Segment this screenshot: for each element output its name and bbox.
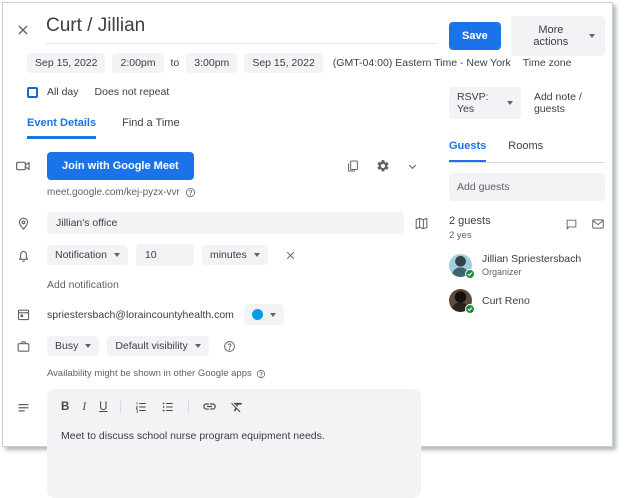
clear-formatting-button[interactable] [230,400,244,414]
chat-icon[interactable] [565,217,578,231]
insert-link-button[interactable] [202,399,217,414]
guest-name: Curt Reno [482,294,530,307]
meet-link-row: meet.google.com/kej-pyzx-vvr [47,187,437,198]
calendar-owner-email: spriestersbach@loraincountyhealth.com [47,308,234,321]
guest-role: Organizer [482,267,522,277]
bell-icon [11,248,35,263]
copy-icon[interactable] [346,159,360,173]
location-row: Jillian's office [3,212,437,234]
italic-button[interactable]: I [82,401,86,413]
description-text[interactable]: Meet to discuss school nurse program equ… [47,418,421,454]
description-editor[interactable]: B I U Meet to discuss school nurse progr… [47,389,421,498]
actions-row: Save More actions [449,16,605,56]
dropdown-arrow-icon [589,34,595,38]
guests-tabs: Guests Rooms [449,140,605,163]
guest-count: 2 guests [449,215,491,227]
event-edit-window: Curt / Jillian Sep 15, 2022 2:00pm to 3:… [2,2,613,498]
notification-row: Notification 10 minutes [3,244,437,266]
join-meet-button[interactable]: Join with Google Meet [47,152,194,180]
title-field[interactable]: Curt / Jillian [46,15,437,44]
save-button[interactable]: Save [449,22,501,50]
guest-row[interactable]: Curt Reno [449,289,605,314]
header: Curt / Jillian [3,3,437,44]
dropdown-arrow-icon [85,344,92,348]
start-date-button[interactable]: Sep 15, 2022 [27,53,106,73]
description-row: B I U Meet to discuss school nurse progr… [3,389,437,498]
event-color-dropdown[interactable] [243,304,284,325]
dropdown-arrow-icon [506,101,513,105]
guest-yes-count: 2 yes [449,230,472,241]
color-dot [251,309,263,320]
location-input[interactable]: Jillian's office [47,212,404,234]
event-title[interactable]: Curt / Jillian [46,15,437,37]
notification-type-dropdown[interactable]: Notification [47,245,128,265]
avatar [449,289,475,314]
rsvp-row: RSVP: Yes Add note / guests [449,87,605,119]
start-time-button[interactable]: 2:00pm [112,53,164,73]
help-icon[interactable] [223,340,236,353]
video-camera-icon [11,158,35,174]
accepted-check-icon [465,304,475,314]
guest-name: Jillian Spriestersbach [482,253,582,265]
briefcase-icon [11,339,35,354]
tab-event-details[interactable]: Event Details [27,117,97,139]
visibility-dropdown[interactable]: Default visibility [107,336,209,356]
add-guests-input[interactable]: Add guests [449,173,605,201]
toolbar-divider [188,400,190,413]
side-panel: Save More actions RSVP: Yes Add note / g… [449,3,605,314]
tab-guests[interactable]: Guests [449,140,487,162]
dropdown-arrow-icon [269,312,276,317]
chevron-down-icon[interactable] [406,160,419,173]
add-note-guests-button[interactable]: Add note / guests [534,91,605,115]
guest-row[interactable]: Jillian Spriestersbach Organizer [449,253,605,279]
toolbar-divider [120,400,122,413]
gear-icon[interactable] [376,159,390,173]
all-day-label[interactable]: All day [47,86,79,98]
availability-note: Availability might be shown in other Goo… [47,368,437,379]
end-date-button[interactable]: Sep 15, 2022 [244,53,323,73]
availability-row: Busy Default visibility [3,336,437,356]
remove-notification-icon[interactable] [284,249,297,262]
dropdown-arrow-icon [253,253,260,257]
avatar [449,253,475,279]
notification-unit-dropdown[interactable]: minutes [201,245,268,265]
all-day-checkbox[interactable] [27,86,38,98]
numbered-list-button[interactable] [134,400,148,414]
event-form: Curt / Jillian Sep 15, 2022 2:00pm to 3:… [3,3,571,498]
close-icon[interactable] [15,22,31,38]
format-toolbar: B I U [47,389,421,418]
tab-find-a-time[interactable]: Find a Time [122,117,179,139]
calendar-row: spriestersbach@loraincountyhealth.com [3,304,437,325]
to-label: to [170,57,180,69]
dropdown-arrow-icon [113,253,120,257]
meet-actions [346,159,419,173]
map-icon[interactable] [414,216,429,231]
notification-value-input[interactable]: 10 [135,244,194,266]
meet-link: meet.google.com/kej-pyzx-vvr [47,187,180,198]
envelope-icon[interactable] [591,217,605,231]
google-meet-row: Join with Google Meet [3,152,437,180]
underline-button[interactable]: U [99,401,107,413]
bold-button[interactable]: B [61,401,69,413]
dropdown-arrow-icon [194,344,201,348]
more-actions-button[interactable]: More actions [510,16,605,56]
allday-row: All day Does not repeat [27,86,437,98]
datetime-row: Sep 15, 2022 2:00pm to 3:00pm Sep 15, 20… [27,53,571,73]
guests-header: 2 guests 2 yes [449,215,605,241]
end-time-button[interactable]: 3:00pm [186,53,238,73]
tab-rooms[interactable]: Rooms [508,140,543,162]
help-icon[interactable] [256,369,266,379]
help-icon[interactable] [185,187,196,198]
rsvp-dropdown[interactable]: RSVP: Yes [449,87,521,119]
calendar-icon [11,307,35,322]
guest-actions [565,215,605,231]
recurrence-dropdown[interactable]: Does not repeat [95,86,170,98]
busy-dropdown[interactable]: Busy [47,336,100,356]
main-tabs: Event Details Find a Time [27,117,437,139]
description-icon [11,389,35,414]
accepted-check-icon [465,268,475,279]
add-notification-button[interactable]: Add notification [47,279,119,291]
bulleted-list-button[interactable] [161,400,175,414]
location-pin-icon [11,216,35,231]
